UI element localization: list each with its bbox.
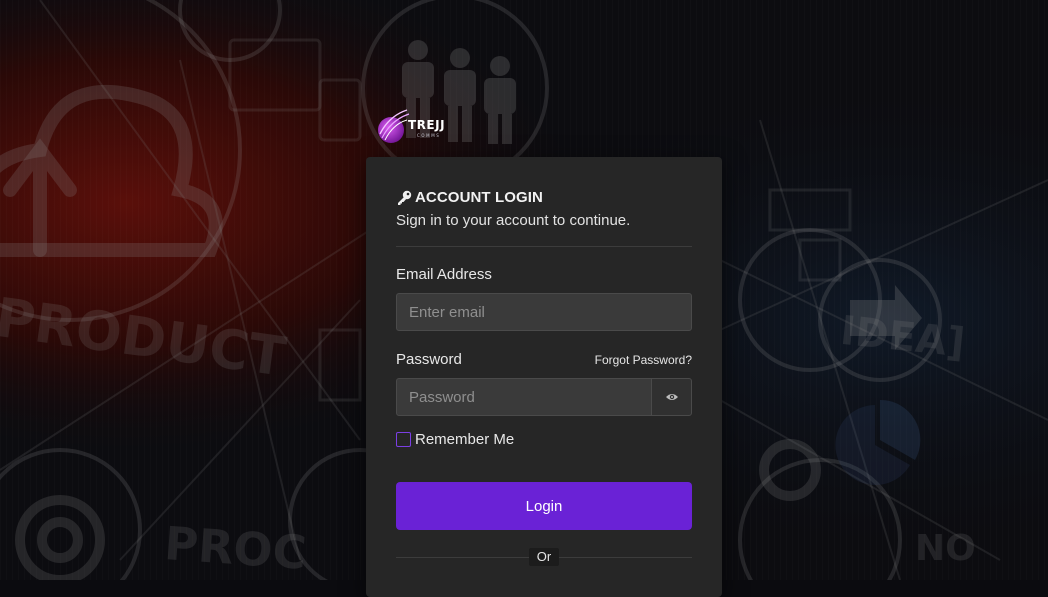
login-card: ACCOUNT LOGIN Sign in to your account to… — [366, 157, 722, 597]
brand-name: TREJJ — [408, 118, 446, 132]
key-icon — [398, 190, 412, 205]
password-label: Password — [396, 351, 462, 368]
remember-me-label: Remember Me — [415, 431, 515, 448]
svg-text:PROC: PROC — [163, 516, 308, 580]
password-toggle-button[interactable] — [651, 378, 692, 416]
card-subtitle: Sign in to your account to continue. — [396, 212, 631, 229]
email-input[interactable] — [396, 293, 692, 331]
remember-me[interactable]: Remember Me — [396, 431, 514, 448]
eye-icon — [665, 394, 678, 400]
card-header: ACCOUNT LOGIN — [396, 189, 543, 206]
forgot-password-link[interactable]: Forgot Password? — [595, 353, 692, 367]
email-label: Email Address — [396, 266, 492, 283]
password-input[interactable] — [396, 378, 652, 416]
or-label: Or — [529, 548, 559, 566]
svg-text:NO: NO — [915, 528, 976, 569]
brand-logo: TREJJ COMMS — [377, 108, 457, 146]
header-divider — [396, 246, 692, 247]
login-button[interactable]: Login — [396, 482, 692, 530]
brand-tagline: COMMS — [417, 133, 441, 138]
card-title: ACCOUNT LOGIN — [415, 189, 543, 206]
remember-me-checkbox[interactable] — [396, 432, 411, 447]
